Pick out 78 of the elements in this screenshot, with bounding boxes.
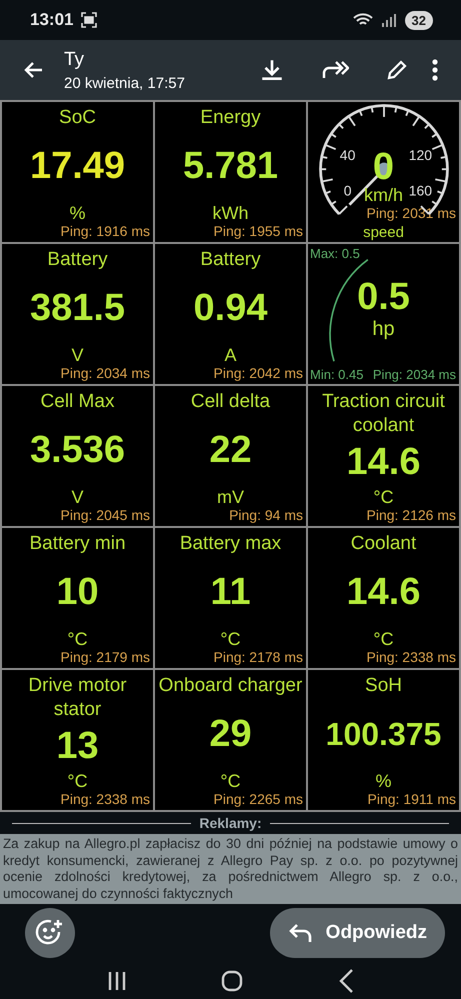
reply-button[interactable]: Odpowiedz <box>270 908 445 958</box>
reading-value: 3.536 <box>30 429 126 472</box>
tile-label: SoC <box>58 106 97 130</box>
tile-label: Coolant <box>350 532 418 556</box>
unit-label: % <box>375 771 392 791</box>
add-reaction-button[interactable] <box>25 908 75 958</box>
reading-value: 100.375 <box>326 716 442 753</box>
ping-label: Ping: 1916 ms <box>60 223 151 241</box>
unit-label: °C <box>373 487 394 507</box>
ping-label: Ping: 2179 ms <box>60 649 151 667</box>
tile-label: Traction circuit coolant <box>321 390 446 438</box>
unit-label: A <box>224 345 236 365</box>
unit-label: °C <box>220 771 241 791</box>
tile-label: Battery min <box>28 532 127 556</box>
max-label: Max: 0.5 <box>310 246 360 261</box>
back-chevron-icon <box>336 968 355 994</box>
ping-label: Ping: 2042 ms <box>214 365 304 383</box>
unit-label: °C <box>373 629 394 649</box>
unit-label: % <box>69 203 86 223</box>
message-date: 20 kwietnia, 17:57 <box>64 74 186 92</box>
gauge-tick-label: 160 <box>408 182 432 198</box>
reading-value: 13 <box>56 725 99 768</box>
tile-label: Cell delta <box>190 390 272 414</box>
reading-value: 22 <box>209 429 252 472</box>
ping-label: Ping: 2126 ms <box>366 507 457 525</box>
pencil-icon <box>385 58 409 82</box>
ad-text: Za zakup na Allegro.pl zapłacisz do 30 dni później na podstawie umowy o kredyt konsumencki, zawieranej z Allegro Pay sp. z o.o. po pozytywnej ocenie zdolności kredytowej, za pośrednictwem Allegro sp. z o.o., umocowanej do czynności faktycznych <box>2 835 459 903</box>
screenshot-icon <box>81 12 98 28</box>
reading-value: 29 <box>209 713 252 756</box>
reading-value: 11 <box>210 571 251 614</box>
ping-label: Ping: 2265 ms <box>214 791 304 809</box>
tile-label: SoH <box>364 674 403 698</box>
ads-heading: Reklamy: <box>199 815 262 831</box>
ping-label: Ping: 2338 ms <box>366 649 457 667</box>
ping-label: Ping: 2338 ms <box>60 791 151 809</box>
unit-label: mV <box>217 487 244 507</box>
unit-label: °C <box>67 629 88 649</box>
ping-label: Ping: 2034 ms <box>372 367 456 382</box>
unit-label: km/h <box>364 185 403 205</box>
tile-label: Battery <box>46 248 109 272</box>
reading-value: 5.781 <box>182 145 278 188</box>
unit-label: V <box>71 345 84 365</box>
reply-icon <box>288 922 314 944</box>
unit-label: kWh <box>212 203 248 223</box>
ping-label: Ping: 94 ms <box>229 507 304 525</box>
more-icon <box>431 58 439 82</box>
gauge-tick-label: 40 <box>340 146 356 163</box>
ping-label: Ping: 2178 ms <box>214 649 304 667</box>
unit-label: V <box>71 487 84 507</box>
tile-label: Drive motor stator <box>27 674 128 722</box>
ping-label: Ping: 1911 ms <box>368 791 457 809</box>
ping-label: Ping: 2034 ms <box>60 365 151 383</box>
tile-label: Cell Max <box>40 390 116 414</box>
ping-label: Ping: 1955 ms <box>214 223 304 241</box>
tile-label: Onboard charger <box>158 674 304 698</box>
power-value: 0.5 <box>357 276 410 319</box>
sender-name: Ty <box>64 48 86 70</box>
reading-value: 14.6 <box>346 571 420 614</box>
unit-label: °C <box>67 771 88 791</box>
battery-level: 32 <box>404 10 433 30</box>
tile-label: speed <box>362 224 405 242</box>
unit-label: °C <box>220 629 241 649</box>
home-icon <box>220 968 244 992</box>
reading-value: 17.49 <box>30 145 126 188</box>
min-label: Min: 0.45 <box>310 367 364 382</box>
tile-label: Battery <box>199 248 262 272</box>
unit-label: hp <box>372 319 395 339</box>
ping-label: Ping: 2045 ms <box>60 507 151 525</box>
tile-label: Energy <box>199 106 262 130</box>
reading-value: 14.6 <box>346 441 420 484</box>
gauge-tick-label: 0 <box>344 182 352 198</box>
reading-value: 381.5 <box>30 287 126 330</box>
gauge-tick-label: 120 <box>408 146 432 163</box>
tile-label: Battery max <box>178 532 282 556</box>
clock: 13:01 <box>30 10 74 30</box>
signal-icon <box>380 13 397 27</box>
reading-value: 0.94 <box>194 287 268 330</box>
reading-value: 10 <box>56 571 99 614</box>
